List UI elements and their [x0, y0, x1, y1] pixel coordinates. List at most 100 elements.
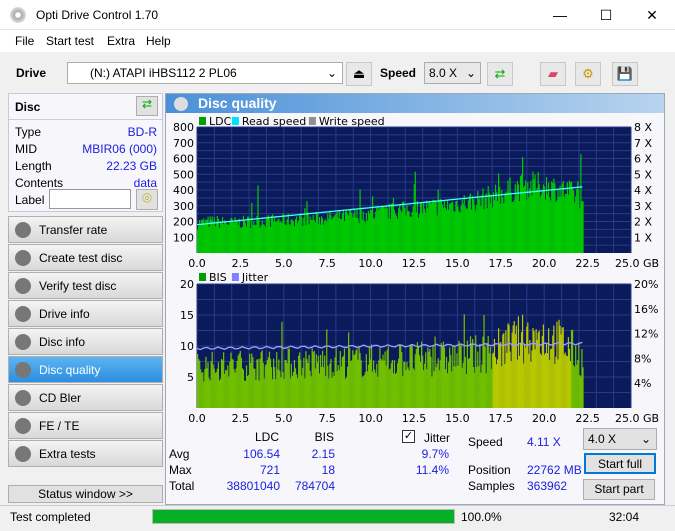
- ldc-max: 721: [259, 463, 280, 477]
- bar: [224, 220, 226, 253]
- legend-label: Read speed: [242, 115, 306, 128]
- bar: [462, 203, 464, 253]
- bar: [313, 219, 315, 253]
- bar: [316, 362, 318, 408]
- bar: [324, 220, 326, 253]
- samples-label: Samples: [468, 479, 515, 493]
- bar: [292, 221, 295, 253]
- bar: [531, 350, 533, 408]
- legend-swatch: [199, 273, 206, 281]
- bar: [283, 214, 285, 253]
- bar: [396, 218, 399, 253]
- bar: [356, 209, 358, 253]
- bar: [244, 380, 247, 408]
- start-part-button[interactable]: Start part: [583, 479, 655, 500]
- bar: [315, 354, 317, 408]
- bar: [227, 224, 229, 253]
- bar: [333, 375, 335, 408]
- bar: [226, 370, 228, 408]
- bar: [313, 351, 315, 408]
- bar: [227, 365, 229, 408]
- bar: [384, 351, 386, 408]
- bar: [473, 199, 475, 253]
- bar: [242, 369, 245, 408]
- bar: [510, 361, 512, 408]
- bar: [357, 218, 359, 253]
- bar: [392, 373, 395, 408]
- start-full-button[interactable]: Start full: [584, 453, 656, 474]
- bar: [299, 215, 301, 253]
- bar: [507, 180, 509, 253]
- bar: [351, 360, 353, 408]
- bar: [331, 377, 333, 408]
- bar: [314, 222, 316, 253]
- bar: [554, 363, 556, 408]
- bar: [499, 343, 501, 408]
- bar: [455, 201, 457, 253]
- bar: [479, 198, 481, 253]
- bar: [327, 213, 329, 253]
- legend-swatch: [199, 117, 206, 125]
- bar: [233, 369, 235, 408]
- bar: [485, 373, 487, 408]
- bar: [551, 181, 553, 253]
- bar: [508, 191, 510, 253]
- bar: [573, 190, 575, 253]
- bar: [576, 189, 578, 253]
- bar: [550, 349, 552, 408]
- bar: [229, 221, 231, 253]
- bar: [462, 362, 464, 408]
- bar: [384, 208, 386, 253]
- bar: [433, 199, 435, 253]
- bar: [466, 208, 468, 253]
- bar: [563, 196, 565, 253]
- bar: [197, 229, 199, 253]
- bar: [320, 366, 323, 408]
- bar: [332, 217, 334, 253]
- bar: [208, 378, 210, 408]
- test-speed-select[interactable]: 4.0 X ⌄: [583, 428, 657, 450]
- bar: [388, 369, 390, 408]
- bar: [475, 210, 477, 253]
- bar: [464, 206, 466, 253]
- ldc-avg: 106.54: [243, 447, 280, 461]
- bar: [335, 346, 337, 408]
- bar: [458, 211, 460, 253]
- bar: [470, 209, 473, 253]
- bar: [264, 365, 266, 408]
- bar: [390, 203, 392, 253]
- bar: [319, 354, 322, 408]
- bar: [328, 378, 330, 408]
- bar: [461, 200, 463, 253]
- bar: [368, 213, 371, 253]
- bar: [207, 362, 209, 408]
- bar: [218, 380, 221, 408]
- x-tick-label: 7.5: [318, 412, 336, 425]
- bar: [210, 220, 212, 253]
- bar: [404, 362, 406, 408]
- bar: [333, 216, 335, 253]
- bar: [379, 347, 381, 408]
- bar: [398, 358, 400, 408]
- bar: [415, 212, 417, 253]
- bar: [524, 343, 526, 408]
- bar: [243, 220, 246, 253]
- bar: [197, 354, 199, 408]
- bar: [363, 374, 365, 408]
- bar: [480, 206, 482, 253]
- bar: [201, 372, 203, 408]
- bar: [534, 174, 536, 253]
- bar: [426, 200, 428, 253]
- bar: [553, 325, 555, 408]
- bar: [476, 366, 478, 408]
- bar: [454, 211, 456, 253]
- jitter-checkbox[interactable]: ✓: [402, 430, 415, 443]
- bar: [443, 200, 446, 253]
- bar: [428, 351, 430, 408]
- bar: [490, 368, 492, 408]
- bar: [412, 206, 414, 253]
- bar: [377, 206, 379, 253]
- bar: [471, 195, 474, 253]
- bar: [258, 380, 260, 408]
- bar: [368, 347, 371, 408]
